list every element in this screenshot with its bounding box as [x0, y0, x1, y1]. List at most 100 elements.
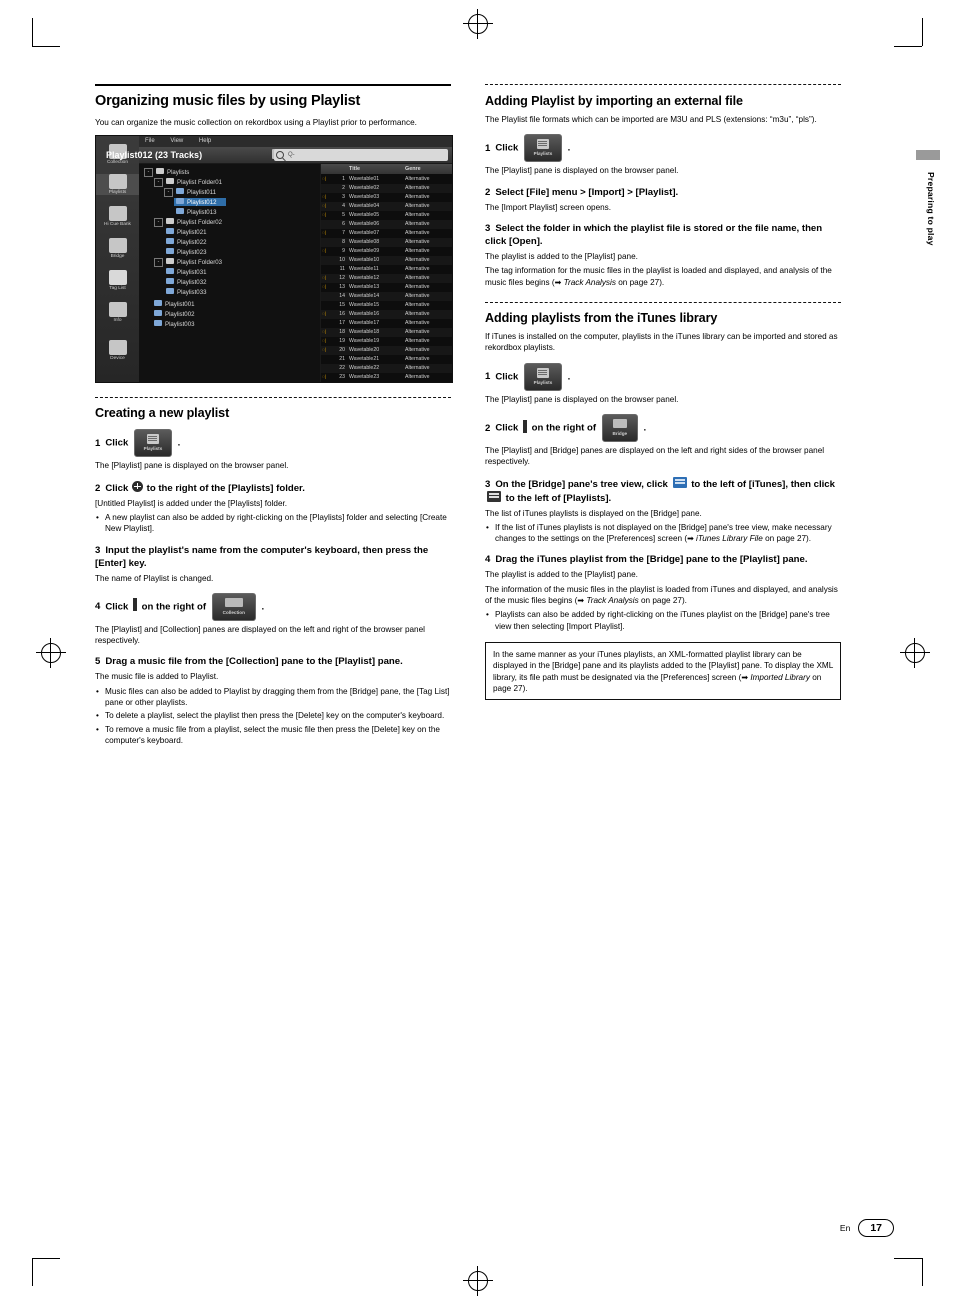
step-text: Click [495, 422, 519, 434]
page-title: Organizing music files by using Playlist [95, 93, 361, 109]
screenshot-tree-view[interactable]: - Playlists - Playlist Folder01 - Playlist0… [140, 164, 320, 383]
track-title: Wavetable07 [349, 230, 380, 237]
tree-node[interactable]: - Playlist Folder02 [154, 218, 222, 228]
track-bpm: 129.9 [449, 338, 452, 344]
menu-file[interactable]: File [145, 138, 155, 144]
rail-item-info[interactable]: Info [96, 302, 139, 323]
track-number: 5 [342, 212, 345, 219]
tree-node[interactable]: Playlist002 [154, 310, 194, 318]
step-number: 1 [485, 371, 491, 383]
table-row[interactable]: ◌|9Wavetable09Alternative126.503:17 [321, 247, 452, 256]
tree-node[interactable]: Playlist023 [166, 248, 206, 256]
tree-node[interactable]: Playlist032 [166, 278, 206, 286]
expander-icon[interactable]: - [164, 188, 173, 198]
table-row[interactable]: 14Wavetable14Alternative10004:48 [321, 292, 452, 302]
crop-mark [32, 18, 33, 46]
track-number: 17 [339, 320, 345, 327]
track-title: Wavetable04 [349, 203, 380, 210]
table-row[interactable]: ◌|7Wavetable07Alternative126.0904:02 [321, 229, 452, 238]
expander-icon[interactable]: - [154, 178, 163, 188]
table-row[interactable]: ◌|18Wavetable18Alternative13003:05 [321, 328, 452, 338]
list-item: If the list of iTunes playlists is not d… [485, 522, 841, 545]
screenshot-search-input[interactable]: Q- [274, 149, 448, 162]
tree-node[interactable]: - Playlist Folder01 [154, 178, 222, 188]
itunes-expander-icon[interactable] [672, 476, 687, 488]
table-row[interactable]: ◌|3Wavetable03Alternative12704:37 [321, 193, 452, 202]
rail-label: Info [113, 318, 122, 324]
column-header-genre[interactable]: Genre [405, 166, 421, 172]
tree-node[interactable]: Playlist033 [166, 288, 206, 296]
tree-node[interactable]: - Playlist Folder03 [154, 258, 222, 268]
rail-item-tag-list[interactable]: Tag List [96, 270, 139, 291]
tree-node[interactable]: Playlist022 [166, 238, 206, 246]
table-row[interactable]: ◌|13Wavetable13Alternative123.0104:46 [321, 283, 452, 292]
table-row[interactable]: ◌|1Wavetable01Alternative152.2104:02 [321, 175, 452, 184]
tree-node[interactable]: Playlist013 [176, 208, 216, 216]
cross-reference-link[interactable]: Imported Library [750, 673, 810, 682]
tree-node[interactable]: - Playlists [144, 168, 189, 178]
track-title: Wavetable01 [349, 176, 380, 183]
r-step-1-heading: 1 Click Playlists . [485, 134, 841, 163]
track-number: 23 [339, 374, 345, 381]
step-text-mid: on the right of [141, 601, 207, 613]
table-row[interactable]: ◌|23Wavetable23Alternative109.904:28 [321, 373, 452, 382]
table-row[interactable]: ◌|19Wavetable19Alternative129.903:11 [321, 337, 452, 346]
table-row[interactable]: 15Wavetable15Alternative109.904:28 [321, 301, 452, 310]
track-number: 6 [342, 221, 345, 228]
playlists-button-icon[interactable]: Playlists [133, 429, 172, 458]
r-step-1-body: The [Playlist] pane is displayed on the … [485, 166, 679, 176]
table-row[interactable]: 22Wavetable22Alternative12706:37 [321, 364, 452, 374]
expander-icon[interactable]: - [144, 168, 153, 178]
playlists-expander-icon[interactable] [487, 490, 501, 502]
table-row[interactable]: 8Wavetable08Alternative12803:50 [321, 238, 452, 248]
table-row[interactable]: ◌|5Wavetable05Alternative124.504:11 [321, 211, 452, 220]
menu-view[interactable]: View [170, 138, 183, 144]
track-number: 14 [339, 293, 345, 300]
playlists-button-icon[interactable]: Playlists [523, 134, 562, 163]
expander-icon[interactable]: - [154, 218, 163, 228]
playlists-button-icon[interactable]: Playlists [523, 362, 562, 391]
table-row[interactable]: 6Wavetable06Alternative12004:13 [321, 220, 452, 230]
menu-help[interactable]: Help [199, 138, 211, 144]
bridge-button-icon[interactable]: Bridge [601, 414, 638, 442]
tree-node[interactable]: Playlist031 [166, 268, 206, 276]
rail-item-playlists[interactable]: Playlists [96, 174, 139, 196]
table-row[interactable]: 11Wavetable11Alternative13603:46 [321, 265, 452, 274]
table-row[interactable]: 17Wavetable17Alternative12004:17 [321, 319, 452, 328]
track-marker-icon: ◌| [322, 347, 326, 353]
column-header-bpm[interactable]: BPM [449, 166, 452, 172]
r-step-2-body: The [Import Playlist] screen opens. [485, 202, 612, 212]
rail-item-hot-cue-bank[interactable]: Hi Cue Bank [96, 206, 139, 227]
track-title: Wavetable03 [349, 194, 380, 201]
pane-divider-icon[interactable] [522, 419, 527, 433]
tree-node[interactable]: Playlist021 [166, 228, 206, 236]
tree-node[interactable]: Playlist001 [154, 300, 194, 308]
table-row[interactable]: 10Wavetable10Alternative13003:05 [321, 256, 452, 266]
table-row[interactable]: 2Wavetable02Alternative142.503:37 [321, 184, 452, 194]
rail-item-bridge[interactable]: Bridge [96, 238, 139, 259]
plus-icon[interactable] [131, 480, 143, 492]
table-row[interactable]: ◌|20Wavetable20Alternative129.904:44 [321, 346, 452, 356]
track-number: 13 [339, 284, 345, 291]
screenshot-track-list[interactable]: Title Genre BPM Durat ◌| 1 Wavetable01 Alte… [321, 164, 452, 383]
cross-reference-link[interactable]: iTunes Library File [696, 534, 763, 543]
table-row[interactable]: ◌|16Wavetable16Alternative121.804:05 [321, 310, 452, 320]
tree-node-label: Playlist012 [187, 199, 217, 207]
tree-node[interactable]: Playlist003 [154, 320, 194, 328]
table-row[interactable]: ◌|4Wavetable04Alternative118.903:26 [321, 202, 452, 212]
table-row[interactable]: 21Wavetable21Alternative12603:57 [321, 355, 452, 364]
ref-text-post: on page 27). [615, 277, 665, 287]
tree-node[interactable]: - Playlist011 [164, 188, 216, 198]
cross-reference-link[interactable]: Track Analysis [564, 278, 616, 287]
collection-button-icon[interactable]: Collection [211, 592, 256, 621]
column-header-title[interactable]: Title [349, 166, 360, 172]
table-row[interactable]: ◌|12Wavetable12Alternative119.9604:22 [321, 274, 452, 284]
arrow-icon: ➡ [687, 534, 694, 544]
rail-item-device[interactable]: Device [96, 340, 139, 361]
track-bpm: 120 [449, 221, 452, 227]
expander-icon[interactable]: - [154, 258, 163, 268]
cross-reference-link[interactable]: Track Analysis [586, 596, 638, 605]
pane-divider-icon[interactable] [132, 598, 137, 612]
tree-node-selected[interactable]: Playlist012 [174, 198, 227, 207]
rail-label: Hi Cue Bank [104, 222, 131, 228]
